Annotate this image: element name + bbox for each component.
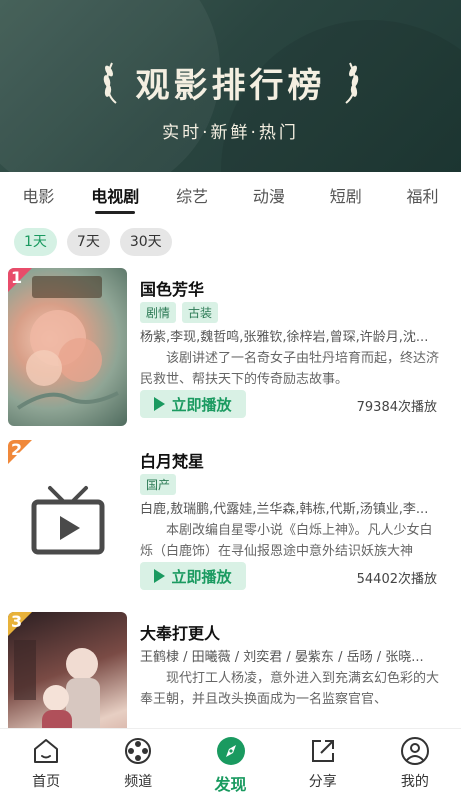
item-description: 该剧讲述了一名奇女子由牡丹培育而起，终达济民救世、帮扶天下的传奇励志故事。 [140,351,440,387]
play-icon [154,569,166,583]
banner-title: 观影排行榜 [135,65,326,106]
rank-number: 3 [11,612,23,631]
laurel-right-icon [344,62,358,104]
ranking-list: 1 国色芳华 剧情 古装 杨紫,李现,魏哲鸣,张雅钦,徐梓岩,曾琛,许龄月,沈.… [0,264,461,728]
tab-movie[interactable]: 电影 [0,172,77,222]
category-tabs: 电影 电视剧 综艺 动漫 短剧 福利 [0,172,461,222]
poster-art-icon [16,276,119,410]
compass-icon [216,737,245,765]
tab-short-drama[interactable]: 短剧 [307,172,384,222]
item-title[interactable]: 国色芳华 [140,276,204,300]
day-filter-1d[interactable]: 1天 [14,228,57,256]
play-count: 79384次播放 [356,400,437,415]
nav-label: 我的 [400,774,429,790]
film-reel-icon [125,738,152,764]
tab-anime[interactable]: 动漫 [230,172,307,222]
nav-label: 分享 [308,774,337,790]
tv-icon [31,486,105,555]
list-item[interactable]: 2 白月梵星 国产 白鹿,敖瑞鹏,代露娃,兰华森,韩栋,代斯,汤镇业,李... … [0,436,461,606]
tag: 剧情 [140,302,177,323]
rank-number: 1 [11,268,23,287]
nav-profile[interactable]: 我的 [369,729,461,800]
bottom-nav: 首页 频道 发现 分享 我的 [0,728,461,800]
play-now-label: 立即播放 [171,395,232,414]
item-description: 现代打工人杨凌，意外进入到充满玄幻色彩的大奉王朝，并且改头换面成为一名监察官官、 [140,671,440,707]
poster-art-icon [14,640,100,728]
list-item[interactable]: 3 大奉打更人 王鹤棣 / 田曦薇 / 刘奕君 / 晏紫东 / 岳旸 / 张晓.… [0,608,461,728]
cast-list: 白鹿,敖瑞鹏,代露娃,兰华森,韩栋,代斯,汤镇业,李... [140,502,429,517]
ranking-banner: 观影排行榜 实时·新鲜·热门 [0,0,461,172]
tag-list: 剧情 古装 [140,302,219,323]
tag: 古装 [182,302,219,323]
cast-list: 杨紫,李现,魏哲鸣,张雅钦,徐梓岩,曾琛,许龄月,沈... [140,330,429,345]
tab-tv-series[interactable]: 电视剧 [77,172,154,222]
play-icon [154,397,166,411]
nav-label: 发现 [214,775,247,794]
tag: 国产 [140,474,177,495]
nav-share[interactable]: 分享 [277,729,369,800]
play-now-label: 立即播放 [171,567,232,586]
share-icon [311,740,334,762]
item-title[interactable]: 白月梵星 [140,448,204,472]
nav-discover[interactable]: 发现 [184,729,276,800]
banner-title-row: 观影排行榜 [0,54,461,110]
poster-image[interactable]: 3 [8,612,127,728]
nav-channel[interactable]: 频道 [92,729,184,800]
tag-list: 国产 [140,474,177,495]
item-title[interactable]: 大奉打更人 [140,620,220,644]
play-count: 54402次播放 [356,572,437,587]
list-item[interactable]: 1 国色芳华 剧情 古装 杨紫,李现,魏哲鸣,张雅钦,徐梓岩,曾琛,许龄月,沈.… [0,264,461,434]
poster-placeholder[interactable]: 2 [8,440,127,598]
day-filter: 1天 7天 30天 [14,228,172,256]
tab-welfare[interactable]: 福利 [384,172,461,222]
day-filter-7d[interactable]: 7天 [66,228,110,256]
rank-number: 2 [11,440,23,459]
laurel-left-icon [103,62,117,104]
nav-label: 频道 [124,774,153,790]
cast-list: 王鹤棣 / 田曦薇 / 刘奕君 / 晏紫东 / 岳旸 / 张晓... [140,650,424,665]
user-icon [400,737,429,765]
item-description: 本剧改编自星零小说《白烁上神》。凡人少女白烁（白鹿饰）在寻仙报恩途中意外结识妖族… [140,523,433,559]
play-now-button[interactable]: 立即播放 [140,562,246,590]
day-filter-30d[interactable]: 30天 [119,228,172,256]
banner-subtitle: 实时·新鲜·热门 [162,123,299,143]
poster-image[interactable]: 1 [8,268,127,426]
nav-home[interactable]: 首页 [0,729,92,800]
tab-variety[interactable]: 综艺 [154,172,231,222]
home-icon [34,739,59,763]
nav-label: 首页 [32,774,61,790]
play-now-button[interactable]: 立即播放 [140,390,246,418]
